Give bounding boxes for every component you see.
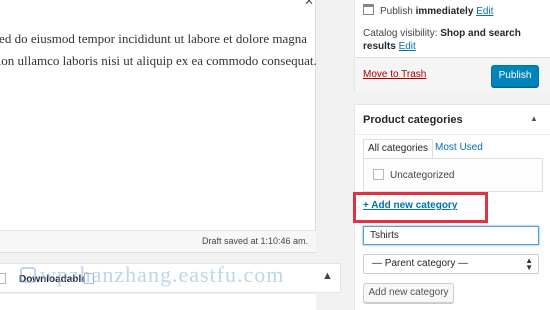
add-new-category-button[interactable]: Add new category — [363, 283, 454, 303]
collapse-arrow-icon[interactable]: ▲ — [322, 270, 333, 282]
tab-all-categories[interactable]: All categories — [363, 139, 434, 159]
category-tabs: All categories Most Used — [363, 139, 543, 159]
categories-title: Product categories — [363, 114, 463, 126]
catalog-edit-link[interactable]: Edit — [399, 41, 416, 52]
parent-category-select[interactable]: — Parent category — ▲ ▼ — [363, 254, 539, 274]
tab-most-used[interactable]: Most Used — [431, 139, 487, 158]
categories-header[interactable]: Product categories ▲ — [355, 105, 550, 135]
catalog-visibility: Catalog visibility: Shop and search resu… — [363, 28, 521, 52]
editor-line: tion ullamco laboris nisi ut aliquip ex … — [0, 53, 317, 68]
editor-status-bar: Draft saved at 1:10:46 am. — [0, 230, 316, 252]
editor-line: sed do eiusmod tempor incididunt ut labo… — [0, 31, 308, 46]
publish-button[interactable]: Publish — [491, 65, 539, 87]
virtual-checkbox[interactable] — [0, 273, 6, 284]
publish-box: Publish immediately Edit Catalog visibil… — [354, 0, 550, 92]
highlight-box — [353, 192, 488, 223]
publish-actions: Move to Trash Publish — [355, 57, 550, 92]
publish-when: immediately — [415, 6, 474, 17]
publish-edit-link[interactable]: Edit — [476, 6, 493, 17]
select-arrows-icon: ▲ ▼ — [525, 256, 533, 272]
fullscreen-icon[interactable]: ✕ — [304, 0, 314, 8]
watermark: wpzhanzhang.eastfu.com — [20, 262, 284, 288]
move-to-trash-link[interactable]: Move to Trash — [363, 69, 426, 80]
watermark-logo-icon — [20, 267, 36, 283]
publish-schedule: Publish immediately Edit — [363, 4, 493, 17]
category-label: Uncategorized — [390, 170, 455, 181]
editor-content[interactable]: sed do eiusmod tempor incididunt ut labo… — [0, 28, 317, 72]
collapse-toggle-icon[interactable]: ▲ — [530, 114, 538, 123]
calendar-icon — [363, 4, 374, 15]
draft-saved-status: Draft saved at 1:10:46 am. — [201, 236, 308, 246]
post-editor[interactable]: sed do eiusmod tempor incididunt ut labo… — [0, 0, 317, 253]
category-list: Uncategorized — [363, 158, 543, 192]
category-checkbox[interactable] — [373, 169, 384, 180]
new-category-input[interactable] — [363, 226, 539, 245]
product-data-panel — [0, 293, 316, 310]
